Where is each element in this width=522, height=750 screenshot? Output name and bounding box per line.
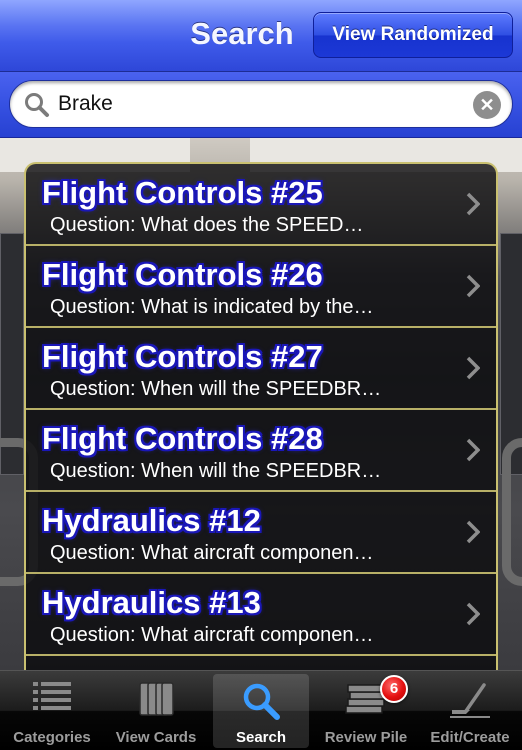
chevron-right-icon: [466, 274, 480, 298]
result-subtitle: Question: What does the SPEED…: [50, 214, 364, 236]
search-results-list: Flight Controls #25 Question: What does …: [24, 162, 498, 670]
result-subtitle: Question: When will the SPEEDBR…: [50, 460, 382, 482]
result-subtitle: Question: When will the SPEEDBR…: [50, 378, 382, 400]
result-subtitle: Question: What aircraft componen…: [50, 542, 374, 564]
result-row[interactable]: Flight Controls #26 Question: What is in…: [26, 246, 496, 328]
magnifier-icon: [25, 93, 49, 117]
chevron-right-icon: [466, 438, 480, 462]
result-title: Hydraulics #13: [42, 585, 261, 620]
result-row[interactable]: Hydraulics #12 Question: What aircraft c…: [26, 492, 496, 574]
result-title: Flight Controls #28: [42, 421, 323, 456]
result-subtitle: Question: What aircraft componen…: [50, 624, 374, 646]
chevron-right-icon: [466, 356, 480, 380]
result-row[interactable]: Flight Controls #28 Question: When will …: [26, 410, 496, 492]
result-title: Flight Controls #26: [42, 257, 323, 292]
cards-icon: [139, 682, 174, 716]
pen-icon: [450, 683, 490, 718]
tab-view-cards[interactable]: View Cards: [108, 674, 204, 748]
result-row[interactable]: Hydraulics #13 Question: What aircraft c…: [26, 574, 496, 656]
clear-search-button[interactable]: ✕: [473, 91, 501, 119]
result-title: Flight Controls #27: [42, 339, 323, 374]
tab-edit-create[interactable]: Edit/Create: [422, 674, 518, 748]
tab-bar: Categories View Cards Search 6 Review Pi…: [0, 670, 522, 750]
tab-categories[interactable]: Categories: [4, 674, 100, 748]
tab-label: View Cards: [115, 729, 197, 746]
search-field[interactable]: ✕: [9, 80, 513, 128]
notification-badge: 6: [380, 675, 408, 703]
result-title: Hydraulics #12: [42, 503, 261, 538]
view-randomized-button[interactable]: View Randomized: [313, 12, 513, 58]
result-row[interactable]: Flight Controls #25 Question: What does …: [26, 164, 496, 246]
chevron-right-icon: [466, 602, 480, 626]
result-row[interactable]: Flight Controls #27 Question: When will …: [26, 328, 496, 410]
control-yoke: [502, 438, 522, 586]
close-icon: ✕: [479, 95, 495, 115]
tab-label: Categories: [13, 729, 91, 746]
chevron-right-icon: [466, 520, 480, 544]
navigation-bar: Search View Randomized: [0, 0, 522, 72]
search-icon: [243, 683, 280, 720]
tab-review-pile[interactable]: 6 Review Pile: [318, 674, 414, 748]
tab-label: Edit/Create: [430, 729, 510, 746]
search-bar: ✕: [0, 72, 522, 138]
result-subtitle: Question: What is indicated by the…: [50, 296, 374, 318]
result-title: Flight Controls #25: [42, 175, 323, 210]
list-icon: [33, 682, 71, 710]
search-input[interactable]: [58, 90, 458, 118]
chevron-right-icon: [466, 192, 480, 216]
tab-label: Search: [235, 729, 287, 746]
tab-label: Review Pile: [324, 729, 408, 746]
tab-search[interactable]: Search: [213, 674, 309, 748]
